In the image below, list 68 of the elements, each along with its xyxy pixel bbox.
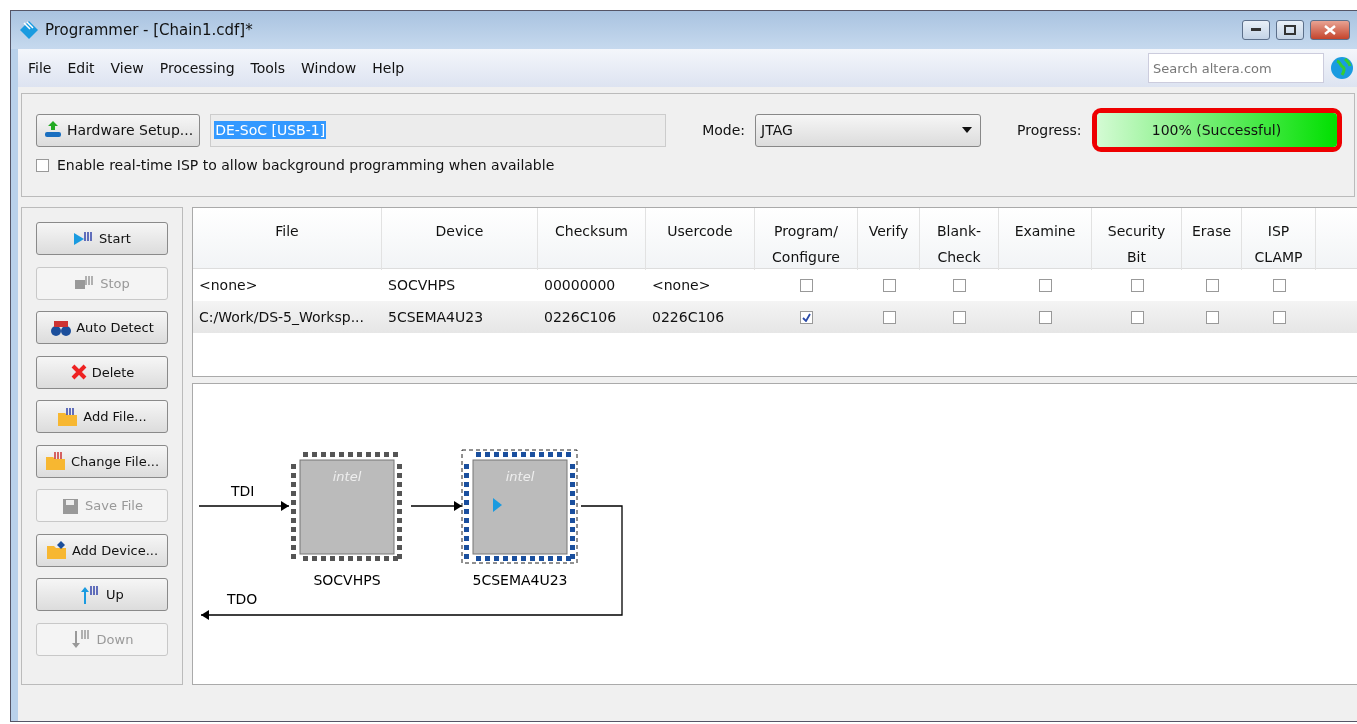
table-cell-text: 0226C106 (543, 309, 618, 325)
close-button[interactable] (1310, 20, 1350, 40)
checkbox[interactable] (882, 310, 896, 324)
menu-item[interactable]: Help (364, 60, 413, 76)
checkbox[interactable] (1205, 278, 1219, 292)
checkbox[interactable] (1039, 310, 1052, 324)
table-cell-text: <none> (651, 277, 712, 293)
progress-label: Progress: (1017, 122, 1082, 138)
device-label: 5CSEMA4U23 (472, 572, 568, 588)
chip-drawing[interactable] (291, 452, 402, 561)
device-label: SOCVHPS (313, 572, 381, 588)
menu-item[interactable]: Window (293, 60, 365, 76)
action-button[interactable]: Change File... (36, 444, 168, 478)
table-cell-text: 00000000 (543, 277, 617, 293)
action-button[interactable]: Start (36, 222, 168, 255)
checkbox[interactable] (1205, 310, 1219, 324)
minimize-button[interactable] (1242, 20, 1270, 40)
checkbox[interactable] (1130, 310, 1144, 324)
isp-checkbox[interactable] (36, 158, 49, 172)
progress-text: 100% (Successful) (1150, 121, 1283, 140)
menu-item[interactable]: Tools (242, 60, 294, 76)
hardware-setup-button[interactable]: Hardware Setup... (36, 113, 201, 147)
folder-icon (57, 406, 80, 427)
action-button[interactable]: Auto Detect (36, 311, 168, 344)
table-row[interactable]: C:/Work/DS-5_Worksp... 5CSEMA4U23 0226C106 0226C106 (193, 301, 1357, 333)
maximize-button[interactable] (1276, 20, 1304, 40)
dropdown-arrow-icon (962, 127, 973, 133)
chip-drawing[interactable] (461, 449, 578, 564)
checkbox[interactable] (800, 278, 813, 292)
checkbox[interactable] (953, 310, 966, 324)
folder-icon (44, 451, 67, 471)
checkbox[interactable] (1272, 310, 1286, 324)
app-logo-icon (19, 20, 39, 40)
hardware-icon (43, 120, 63, 140)
tdo-label: TDO (227, 591, 258, 607)
binoculars-icon (50, 318, 73, 337)
delete-icon (69, 363, 88, 381)
close-icon (1324, 25, 1336, 35)
maximize-icon (1284, 25, 1296, 35)
checkbox[interactable] (1039, 278, 1052, 292)
table-cell-text: 5CSEMA4U23 (387, 309, 485, 325)
menu-item[interactable]: Edit (59, 60, 103, 76)
menu-item[interactable]: Processing (151, 60, 243, 76)
tdi-label: TDI (231, 483, 255, 499)
table-cell-text: SOCVHPS (387, 277, 457, 293)
action-button[interactable]: Delete (36, 355, 168, 389)
action-button[interactable]: Add Device... (36, 533, 168, 567)
isp-option-label: Enable real-time ISP to allow background programming when available (57, 157, 555, 173)
action-button[interactable]: Up (36, 578, 168, 611)
menu-item[interactable]: View (102, 60, 152, 76)
table-cell-text: <none> (198, 277, 259, 293)
folder-icon (45, 540, 68, 560)
table-cell-text: 0226C106 (651, 309, 726, 325)
minimize-icon (1251, 28, 1261, 32)
checkbox[interactable] (953, 278, 966, 292)
checkbox[interactable] (1272, 278, 1286, 292)
menu-item[interactable]: File (20, 60, 60, 76)
mode-dropdown[interactable]: JTAG (755, 113, 982, 147)
window-title: Programmer - [Chain1.cdf]* (45, 21, 254, 39)
table-cell-text: C:/Work/DS-5_Worksp... (198, 309, 365, 325)
arrow (410, 501, 463, 511)
globe-icon[interactable] (1330, 56, 1354, 80)
search-field[interactable]: Search altera.com (1148, 53, 1324, 83)
mode-label: Mode: (702, 122, 746, 138)
checkbox[interactable] (1130, 278, 1144, 292)
checkbox[interactable] (882, 278, 896, 292)
action-button[interactable]: Add File... (36, 400, 168, 433)
checkbox[interactable] (800, 310, 813, 324)
